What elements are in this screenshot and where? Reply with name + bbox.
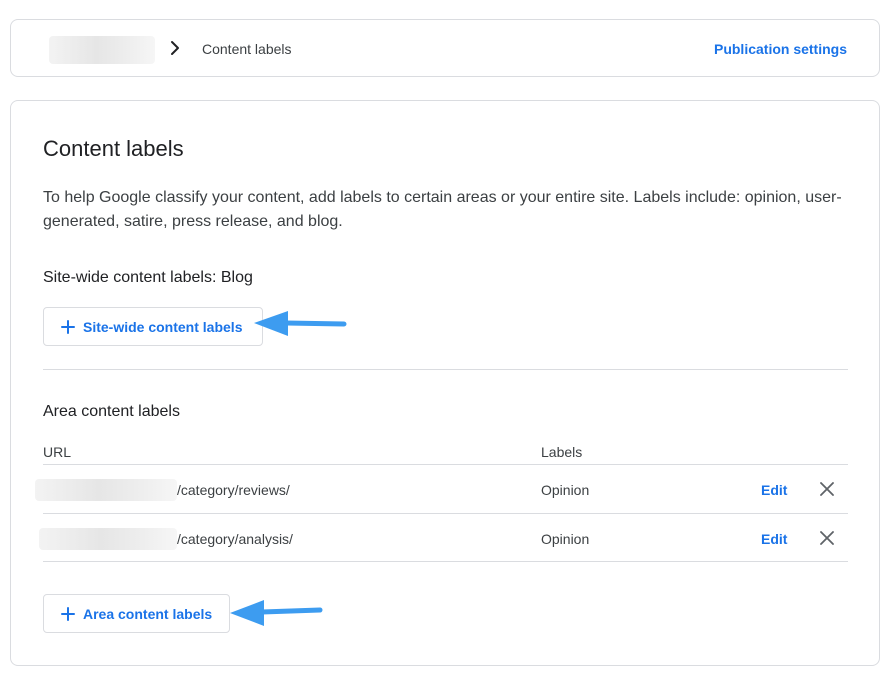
add-area-labels-label: Area content labels	[83, 605, 213, 622]
column-header-url: URL	[43, 444, 72, 460]
breadcrumb: Content labels Publication settings	[10, 19, 880, 77]
label-value: Opinion	[541, 531, 590, 547]
description-text: To help Google classify your content, ad…	[43, 189, 842, 230]
edit-button[interactable]: Edit	[761, 530, 787, 548]
redacted-domain	[39, 528, 177, 550]
redacted-domain	[35, 479, 177, 501]
section-divider	[43, 369, 848, 370]
add-sitewide-labels-button[interactable]: Site-wide content labels	[43, 307, 263, 346]
publication-settings-link[interactable]: Publication settings	[714, 40, 847, 58]
redacted-site-name[interactable]	[49, 36, 155, 64]
table-row: /category/analysis/ Opinion Edit	[39, 514, 848, 562]
page-title: Content labels	[43, 136, 184, 161]
table-row: /category/reviews/ Opinion Edit	[35, 465, 848, 513]
table-divider	[43, 561, 848, 562]
plus-icon	[61, 606, 75, 621]
add-sitewide-labels-label: Site-wide content labels	[83, 318, 243, 335]
sitewide-labels-heading: Site-wide content labels: Blog	[43, 269, 253, 286]
chevron-right-icon	[171, 41, 179, 55]
close-icon[interactable]	[820, 531, 834, 545]
label-value: Opinion	[541, 482, 590, 498]
arrow-left-icon	[254, 311, 347, 336]
add-area-labels-button[interactable]: Area content labels	[43, 594, 230, 633]
area-labels-heading: Area content labels	[43, 403, 180, 420]
url-path: /category/analysis/	[177, 531, 293, 547]
breadcrumb-current: Content labels	[202, 41, 292, 57]
close-icon[interactable]	[820, 482, 834, 496]
edit-button[interactable]: Edit	[761, 481, 787, 499]
url-path: /category/reviews/	[177, 482, 290, 498]
arrow-left-icon	[230, 600, 323, 626]
content-labels-card: Content labels To help Google classify y…	[10, 100, 880, 666]
plus-icon	[61, 319, 75, 334]
column-header-labels: Labels	[541, 444, 583, 460]
